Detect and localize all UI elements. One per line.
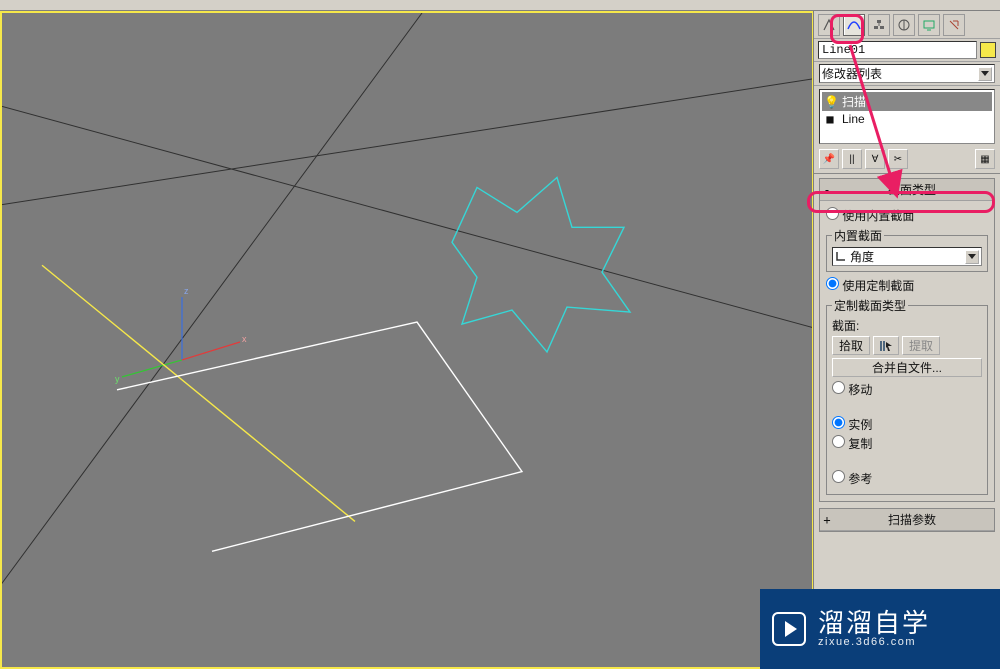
builtin-section-dropdown[interactable]: 角度 — [832, 247, 982, 266]
motion-tab[interactable] — [893, 14, 915, 36]
watermark-url: zixue.3d66.com — [818, 636, 930, 648]
stack-item-line[interactable]: ■ Line — [822, 111, 992, 127]
svg-text:y: y — [115, 374, 120, 384]
pin-stack-button[interactable]: 📌 — [819, 149, 839, 169]
show-end-result-button[interactable]: || — [842, 149, 862, 169]
rollout-header-sweep-params[interactable]: + 扫描参数 — [820, 509, 994, 531]
chevron-down-icon — [965, 250, 979, 264]
radio-reference[interactable]: 参考 — [832, 470, 982, 487]
modify-tab[interactable] — [843, 14, 865, 36]
remove-modifier-button[interactable]: ✂ — [888, 149, 908, 169]
radio-instance[interactable]: 实例 — [832, 416, 982, 433]
command-panel-tabs — [814, 11, 1000, 39]
expand-icon: ■ — [824, 112, 836, 126]
section-label: 截面: — [832, 317, 982, 334]
display-tab[interactable] — [918, 14, 940, 36]
radio-copy[interactable]: 复制 — [832, 435, 982, 452]
modifier-list-dropdown[interactable]: 修改器列表 — [819, 64, 995, 83]
hierarchy-tab[interactable] — [868, 14, 890, 36]
radio-use-builtin[interactable]: 使用内置截面 — [826, 207, 988, 224]
radio-move[interactable]: 移动 — [832, 381, 982, 398]
pick-section-button[interactable]: 拾取 — [832, 336, 870, 355]
extract-section-button[interactable]: 提取 — [902, 336, 940, 355]
modifier-stack[interactable]: 💡 扫描 ■ Line — [819, 89, 995, 144]
modifier-stack-toolbar: 📌 || ∀ ✂ ▦ — [814, 147, 1000, 174]
viewport-canvas: z y x — [2, 13, 812, 667]
lightbulb-icon: 💡 — [824, 95, 836, 109]
rollout-section-type: - 截面类型 使用内置截面 内置截面 角度 — [819, 178, 995, 502]
utilities-tab[interactable] — [943, 14, 965, 36]
angle-icon — [835, 251, 846, 262]
rollout-sweep-params: + 扫描参数 — [819, 508, 995, 532]
svg-text:z: z — [184, 286, 189, 296]
modifier-list-label: 修改器列表 — [822, 65, 882, 82]
chevron-down-icon — [978, 67, 992, 81]
watermark-brand: 溜溜自学 — [818, 610, 930, 636]
command-panel: Line01 修改器列表 💡 扫描 ■ Line 📌 || ∀ ✂ — [813, 11, 1000, 669]
section-align-button[interactable] — [873, 336, 899, 355]
configure-sets-button[interactable]: ▦ — [975, 149, 995, 169]
make-unique-button[interactable]: ∀ — [865, 149, 885, 169]
merge-from-file-button[interactable]: 合并自文件... — [832, 358, 982, 377]
section-cursor-icon — [879, 340, 893, 352]
play-icon — [772, 612, 806, 646]
watermark: 溜溜自学 zixue.3d66.com — [760, 589, 1000, 669]
stack-item-sweep[interactable]: 💡 扫描 — [822, 92, 992, 111]
radio-use-custom[interactable]: 使用定制截面 — [826, 277, 988, 294]
group-builtin-section: 内置截面 角度 — [826, 227, 988, 272]
group-custom-section: 定制截面类型 截面: 拾取 提取 合并自文件... — [826, 297, 988, 495]
perspective-viewport[interactable]: z y x — [0, 11, 813, 669]
object-color-swatch[interactable] — [980, 42, 996, 58]
rollout-header-section-type[interactable]: - 截面类型 — [820, 179, 994, 201]
svg-text:x: x — [242, 334, 247, 344]
create-tab[interactable] — [818, 14, 840, 36]
object-name-field[interactable]: Line01 — [818, 41, 977, 59]
